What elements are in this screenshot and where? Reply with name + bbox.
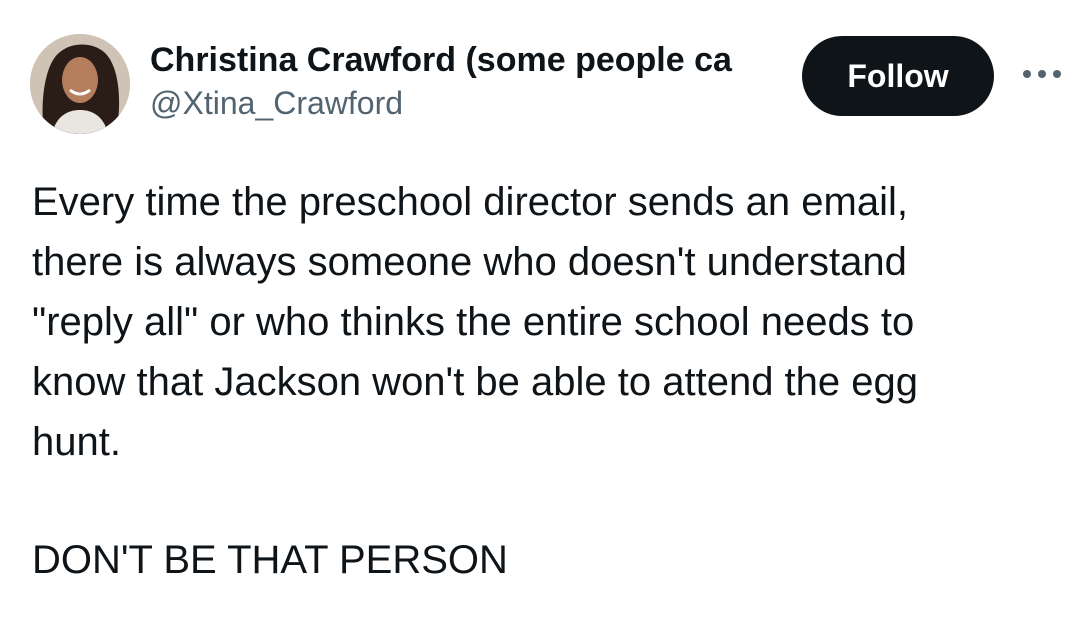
- display-name[interactable]: Christina Crawford (some people ca: [150, 38, 790, 82]
- profile-photo-icon: [30, 34, 130, 134]
- tweet-text: Every time the preschool director sends …: [32, 180, 919, 464]
- avatar[interactable]: [30, 34, 130, 134]
- tweet-header: Christina Crawford (some people ca @Xtin…: [30, 34, 1070, 134]
- follow-button[interactable]: Follow: [802, 36, 994, 116]
- tweet-text-tail: DON'T BE THAT PERSON: [32, 538, 508, 582]
- more-horizontal-icon: [1023, 70, 1061, 78]
- more-options-button[interactable]: [1014, 56, 1070, 92]
- author-names: Christina Crawford (some people ca @Xtin…: [150, 38, 790, 124]
- author-handle[interactable]: @Xtina_Crawford: [150, 82, 790, 124]
- tweet-card: Christina Crawford (some people ca @Xtin…: [0, 0, 1090, 618]
